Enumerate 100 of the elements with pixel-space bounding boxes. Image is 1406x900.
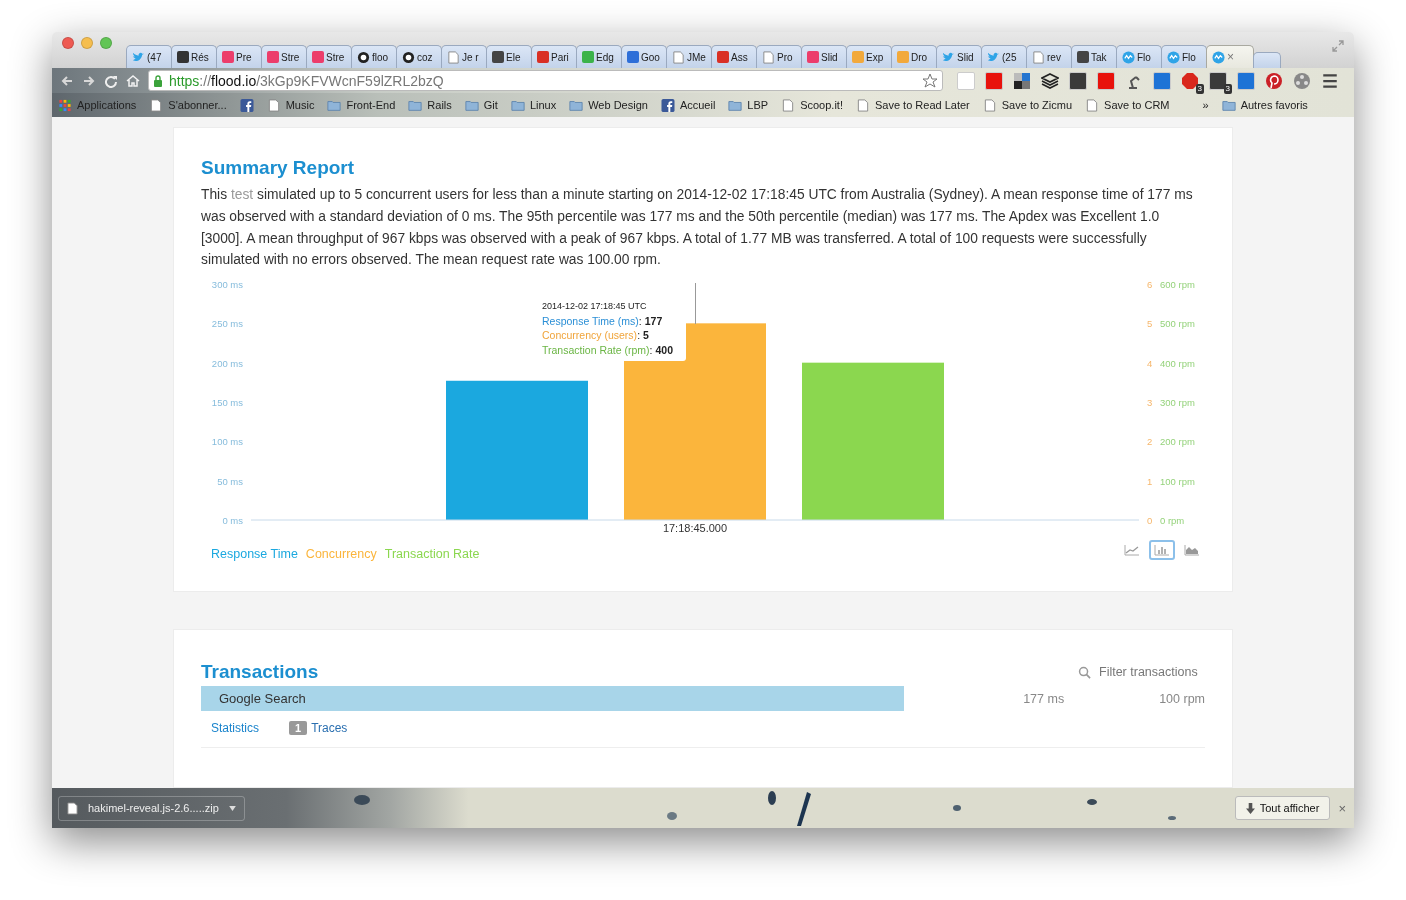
folder-icon [569,98,584,112]
transaction-bar[interactable]: Google Search [201,686,905,711]
browser-tab[interactable]: Stre [261,45,307,68]
browser-tab[interactable]: Rés [171,45,217,68]
bookmark[interactable]: Git [464,98,498,112]
browser-tab[interactable]: Slid [936,45,982,68]
show-all-downloads-button[interactable]: Tout afficher [1234,796,1331,820]
browser-tab[interactable]: coz [396,45,442,68]
bookmark[interactable]: LBP [728,98,769,112]
address-field[interactable]: https://flood.io/3kGp9KFVWcnF59lZRL2bzQ [148,70,943,91]
transaction-tab[interactable]: Traces [311,721,348,735]
browser-tab[interactable]: Exp [846,45,892,68]
site-icon [222,51,234,63]
browser-tab[interactable]: Pari [531,45,577,68]
forward-icon[interactable] [82,73,96,88]
browser-tab[interactable]: Tak [1071,45,1117,68]
close-button[interactable]: × [1338,800,1346,816]
bookmark[interactable]: Scoop.it! [781,98,843,112]
bookmark[interactable]: Front-End [327,98,396,112]
axis-label: 100 rpm [1160,475,1195,487]
bookmark[interactable]: Rails [408,98,452,112]
layers-icon[interactable] [1041,71,1059,90]
pin-icon[interactable] [1265,71,1283,90]
bar-chart-icon [1154,544,1170,557]
browser-tab[interactable]: Dro [891,45,937,68]
extension-icon[interactable] [1069,71,1087,90]
axis-label: 0 rpm [1160,515,1185,527]
axis-label: 600 rpm [1160,279,1195,291]
download-item[interactable]: hakimel-reveal.js-2.6.....zip [58,795,245,821]
axis-label: 0 ms [222,515,243,527]
wave-icon [1122,50,1135,64]
bookmark[interactable]: S'abonner... [149,98,227,112]
bookmark[interactable]: Accueil [660,98,716,112]
site-icon [267,51,279,63]
browser-tab[interactable]: Pro [756,45,802,68]
page-icon [982,98,997,112]
browser-tab[interactable]: Flo [1161,45,1207,68]
folder-icon [510,98,525,112]
axis-label: 200 rpm [1160,436,1195,448]
axis-label: 4 [1147,357,1153,369]
bookmark[interactable]: Save to Read Later [855,98,970,112]
extension-icon[interactable] [1209,71,1227,90]
star-icon[interactable] [922,72,938,89]
browser-tab[interactable]: Goo [621,45,667,68]
line-chart-icon [1124,544,1140,557]
file-icon [67,801,78,815]
bookmark[interactable]: Music [266,98,315,112]
browser-tab[interactable]: Pre [216,45,262,68]
site-icon [537,51,549,63]
tooltip-row-text: Concurrency (users): 5 [542,328,650,343]
page-icon [762,50,775,64]
folder-icon [408,98,423,112]
page-icon [447,50,460,64]
browser-tab[interactable]: (47 [126,45,172,68]
film-reel-icon[interactable] [1293,71,1311,90]
site-icon [897,51,909,63]
browser-tab[interactable]: Flo [1116,45,1162,68]
browser-tab[interactable]: Slid [801,45,847,68]
bookmark-folder[interactable]: Autres favoris [1221,98,1308,112]
bookmark[interactable] [239,98,254,112]
menu-icon[interactable] [1321,71,1339,90]
transaction-tab[interactable]: Statistics [211,721,259,735]
axis-label: 150 ms [211,397,243,409]
bookmark[interactable]: Save to Zicmu [982,98,1073,112]
axis-label: 3 [1147,397,1153,409]
area-chart-icon [1184,544,1200,557]
close-window-button[interactable] [62,37,74,49]
browser-tab[interactable]: floo [351,45,397,68]
browser-tab[interactable]: Stre [306,45,352,68]
browser-tab[interactable]: Edg [576,45,622,68]
chart-type-button[interactable] [1149,540,1175,561]
apps-grid-icon [58,98,72,112]
facebook-icon [239,98,254,112]
browser-tab[interactable]: JMe [666,45,712,68]
browser-tab[interactable]: (25 [981,45,1027,68]
more-bookmarks-button[interactable]: » [1202,99,1209,111]
bookmark[interactable]: Save to CRM [1085,98,1170,112]
browser-tab[interactable]: Ass [711,45,757,68]
browser-tab[interactable]: rev [1026,45,1072,68]
browser-tab[interactable]: Ele [486,45,532,68]
stop-sign-icon[interactable] [1181,71,1199,90]
close-tab-button[interactable]: × [1227,50,1234,64]
extension-badge: 3 [1223,83,1232,94]
zoom-window-button[interactable] [100,37,112,49]
reload-icon[interactable] [104,73,118,88]
bookmark[interactable]: Web Design [569,98,648,112]
axis-label: 6 [1147,279,1153,291]
summary-paragraph: This test simulated up to 5 concurrent users for less than a minute starting on 2014-12-02 17:18:45 UTC from Australia (Sydney). A mean response time of 177 ms was observed with a standard deviation of 0 ms. The 95th percentile was 177 ms and the 50th percentile (median) was 177 ms. The Apdex was Excellent 1.0 [3000]. A mean throughput of 967 kbps was observed with a peak of 967 kbps. A total of 1.77 MB was transferred. A total of 100 requests were successfully simulated with no errors observed. The mean request rate was 100.00 rpm. [201,186,1194,270]
checker-icon[interactable] [1013,71,1031,90]
section-title: Transactions [201,660,319,684]
back-icon[interactable] [60,73,74,88]
axis-label: 300 ms [211,279,243,291]
request-rate: 100 rpm [1158,691,1205,706]
tooltip-time: 2014-12-02 17:18:45 UTC [542,300,648,314]
site-icon [1077,51,1089,63]
bookmark[interactable]: Linux [510,98,557,112]
home-icon[interactable] [126,73,140,88]
fullscreen-icon[interactable] [1332,40,1344,52]
browser-tab[interactable]: × [1206,45,1254,68]
browser-tab[interactable]: Je r [441,45,487,68]
